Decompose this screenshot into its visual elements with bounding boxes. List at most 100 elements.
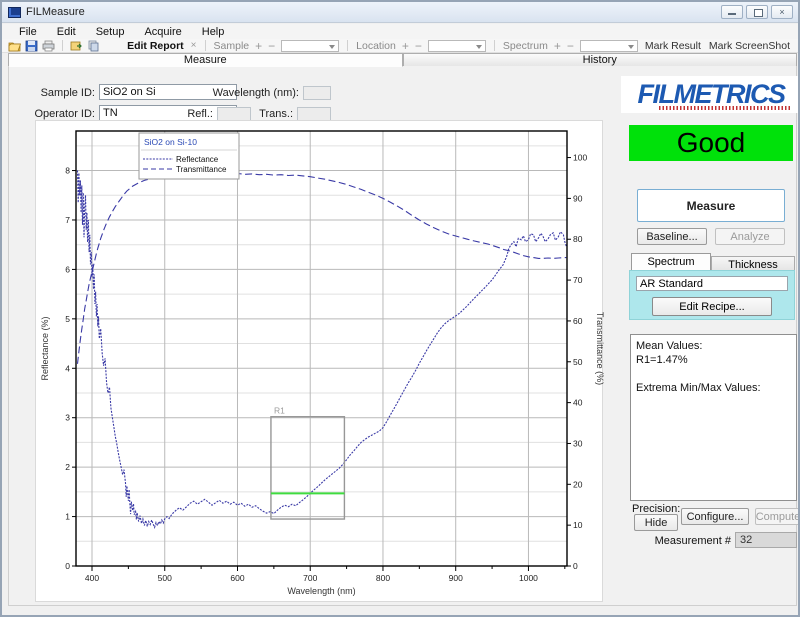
menu-acquire[interactable]: Acquire (135, 26, 190, 38)
x-tick-label: 600 (230, 573, 244, 583)
y-right-tick-label: 20 (573, 479, 583, 489)
close-button[interactable]: × (771, 5, 793, 19)
y-left-tick-label: 6 (65, 264, 70, 274)
tab-spectrum-recipe[interactable]: Spectrum (631, 253, 711, 270)
export-icon[interactable] (70, 40, 83, 52)
configure-button[interactable]: Configure... (681, 508, 749, 525)
location-remove-icon[interactable]: − (415, 39, 422, 53)
reflectance-curve (78, 171, 567, 528)
edit-report-button[interactable]: Edit Report (127, 40, 184, 52)
recipe-name-input[interactable] (636, 276, 788, 291)
measurement-number-field: 32 (735, 532, 797, 548)
spectrum-combobox[interactable] (580, 40, 638, 52)
y-left-tick-label: 4 (65, 363, 70, 373)
hide-button[interactable]: Hide (634, 514, 678, 531)
tab-history[interactable]: History (403, 53, 798, 67)
menu-edit[interactable]: Edit (48, 26, 85, 38)
x-tick-label: 700 (303, 573, 317, 583)
mean-values-header: Mean Values: (636, 339, 791, 353)
save-icon[interactable] (25, 40, 38, 52)
refl-field (217, 107, 251, 121)
x-tick-label: 400 (85, 573, 99, 583)
app-icon (8, 7, 21, 18)
spectrum-remove-icon[interactable]: − (567, 39, 574, 53)
mean-value-r1: R1=1.47% (636, 353, 791, 367)
y-right-tick-label: 80 (573, 234, 583, 244)
y-right-tick-label: 40 (573, 398, 583, 408)
menu-bar: File Edit Setup Acquire Help (2, 24, 798, 39)
toolbar-separator (62, 40, 63, 51)
menu-help[interactable]: Help (193, 26, 234, 38)
status-indicator: Good (629, 125, 793, 161)
y-right-tick-label: 50 (573, 357, 583, 367)
toolbar-separator (494, 40, 495, 51)
logo-hatch-decoration (659, 106, 791, 110)
measure-button[interactable]: Measure (637, 189, 785, 222)
y-right-tick-label: 100 (573, 153, 587, 163)
x-tick-label: 800 (376, 573, 390, 583)
toolbar-separator (347, 40, 348, 51)
spectrum-add-icon[interactable]: + (554, 39, 561, 53)
y-right-tick-label: 90 (573, 193, 583, 203)
y-right-tick-label: 0 (573, 561, 578, 571)
y-right-tick-label: 70 (573, 275, 583, 285)
y-left-axis-title: Reflectance (%) (40, 316, 50, 380)
open-folder-icon[interactable] (8, 40, 21, 52)
menu-file[interactable]: File (10, 26, 46, 38)
tab-measure[interactable]: Measure (8, 53, 403, 67)
x-tick-label: 1000 (519, 573, 538, 583)
y-left-tick-label: 7 (65, 215, 70, 225)
y-left-tick-label: 3 (65, 413, 70, 423)
print-icon[interactable] (42, 40, 55, 52)
analyze-button[interactable]: Analyze (715, 228, 785, 245)
x-tick-label: 900 (449, 573, 463, 583)
sample-remove-icon[interactable]: − (268, 39, 275, 53)
edit-report-close-icon[interactable]: × (191, 40, 197, 51)
status-text: Good (677, 127, 746, 159)
spectrum-chart[interactable]: R101234567801020304050607080901004005006… (35, 120, 603, 602)
location-combobox[interactable] (428, 40, 486, 52)
location-label: Location (356, 40, 396, 52)
y-left-tick-label: 2 (65, 462, 70, 472)
plot-border (76, 131, 567, 566)
sample-id-label: Sample ID: (19, 87, 95, 99)
operator-id-label: Operator ID: (19, 108, 95, 120)
refl-label: Refl.: (181, 108, 213, 120)
trans-field (297, 107, 331, 121)
sample-add-icon[interactable]: + (255, 39, 262, 53)
app-window: FILMeasure × File Edit Setup Acquire Hel… (0, 0, 800, 617)
r1-region-label: R1 (274, 406, 285, 416)
location-add-icon[interactable]: + (402, 39, 409, 53)
wavelength-label: Wavelength (nm): (209, 87, 299, 99)
results-listbox[interactable]: Mean Values: R1=1.47% Extrema Min/Max Va… (630, 334, 797, 501)
sample-combobox[interactable] (281, 40, 339, 52)
y-right-tick-label: 60 (573, 316, 583, 326)
y-right-axis-title: Transmittance (%) (595, 312, 604, 385)
toolbar-separator (205, 40, 206, 51)
mark-result-button[interactable]: Mark Result (645, 40, 701, 52)
restore-button[interactable] (746, 5, 768, 19)
measure-tab-page: Sample ID: Operator ID: Wavelength (nm):… (8, 66, 797, 606)
baseline-button[interactable]: Baseline... (637, 228, 707, 245)
menu-setup[interactable]: Setup (87, 26, 134, 38)
measurement-number-label: Measurement # (655, 535, 731, 547)
main-tabstrip: Measure History (8, 53, 797, 67)
title-bar[interactable]: FILMeasure × (2, 2, 798, 23)
y-left-tick-label: 1 (65, 512, 70, 522)
window-title: FILMeasure (26, 6, 85, 18)
mark-screenshot-button[interactable]: Mark ScreenShot (709, 40, 790, 52)
toolbar: Edit Report × Sample + − Location + − Sp… (2, 39, 798, 53)
legend-title: SiO2 on Si-10 (144, 137, 197, 147)
filmetrics-logo: FILMETRICS (621, 76, 800, 113)
recipe-panel: Edit Recipe... (629, 270, 795, 320)
legend-entry-label: Transmittance (176, 165, 227, 174)
minimize-button[interactable] (721, 5, 743, 19)
spectrum-label: Spectrum (503, 40, 548, 52)
copy-icon[interactable] (87, 40, 100, 52)
edit-recipe-button[interactable]: Edit Recipe... (652, 297, 772, 316)
compute-button[interactable]: Compute (755, 508, 800, 525)
legend-entry-label: Reflectance (176, 155, 219, 164)
transmittance-curve (78, 174, 567, 364)
extrema-header: Extrema Min/Max Values: (636, 381, 791, 395)
x-tick-label: 500 (158, 573, 172, 583)
